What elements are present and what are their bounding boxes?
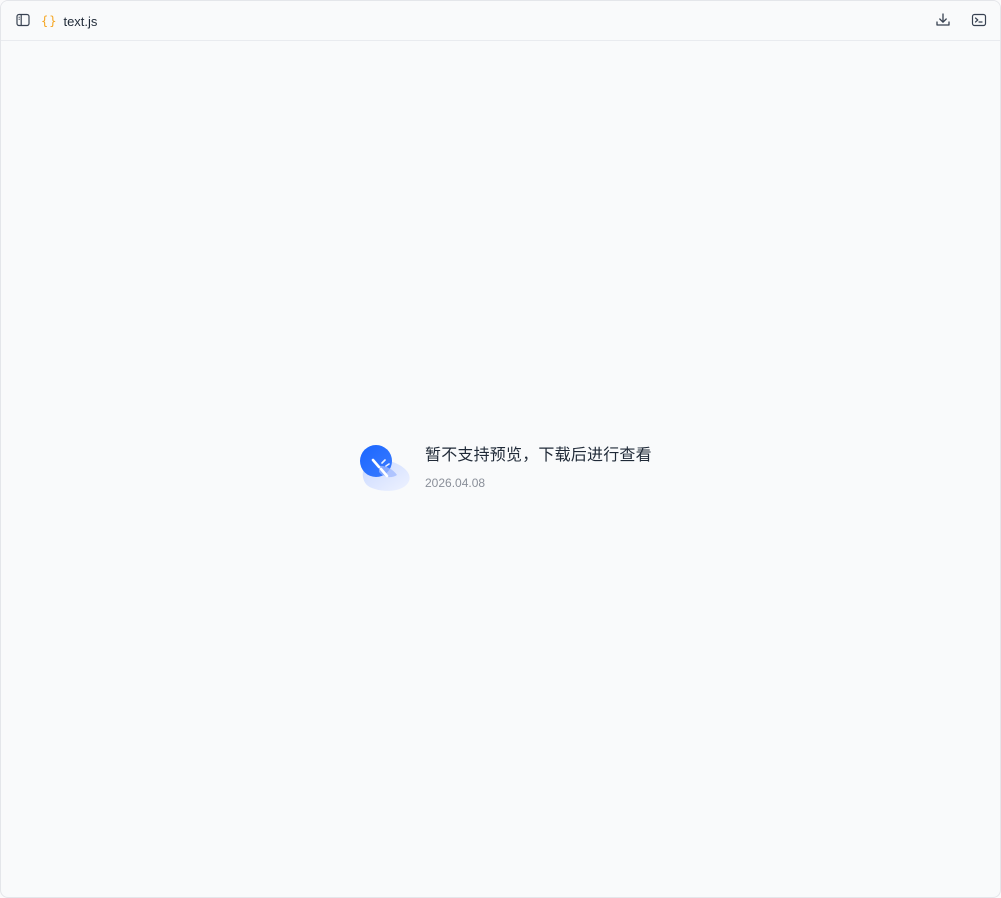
file-preview-window: {} text.js 暂不支持预览，下载后进行查看 2026.04.08	[0, 0, 1001, 898]
curly-braces-icon: {}	[41, 14, 58, 28]
preview-unavailable-message: 暂不支持预览，下载后进行查看	[425, 447, 652, 464]
download-button[interactable]	[931, 8, 955, 32]
sidebar-panel-icon	[16, 13, 30, 27]
file-date: 2026.04.08	[425, 476, 486, 490]
sidebar-toggle-button[interactable]	[11, 8, 35, 32]
terminal-icon	[971, 13, 987, 27]
file-name: text.js	[63, 13, 98, 29]
top-toolbar: {} text.js	[1, 1, 1000, 41]
message-block: 暂不支持预览，下载后进行查看 2026.04.08	[425, 441, 652, 491]
download-icon	[936, 13, 950, 26]
terminal-button[interactable]	[967, 8, 991, 32]
broken-link-illustration	[360, 445, 410, 491]
file-tab[interactable]: {} text.js	[41, 11, 97, 31]
preview-unavailable-state: 暂不支持预览，下载后进行查看 2026.04.08	[357, 441, 652, 493]
